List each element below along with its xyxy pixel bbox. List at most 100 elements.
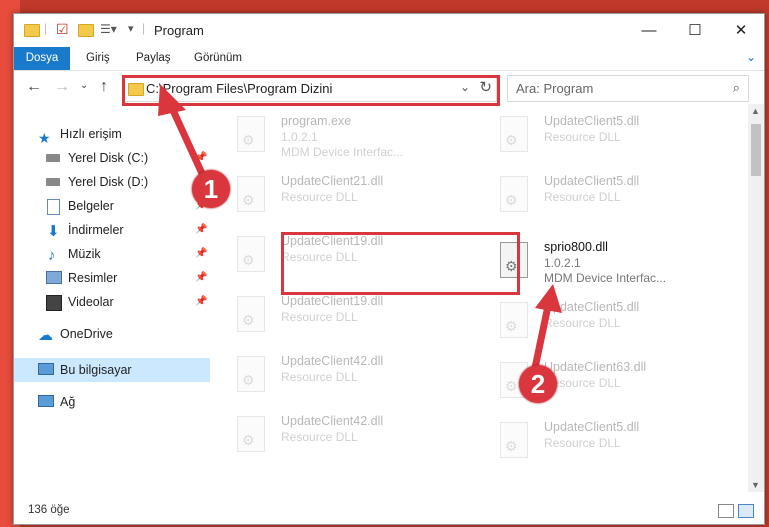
file-name: UpdateClient5.dll	[544, 300, 640, 314]
expand-ribbon-icon[interactable]: ⌄	[746, 50, 756, 64]
music-note-icon: ♪	[48, 247, 56, 264]
dll-file-icon: ⚙	[237, 296, 265, 332]
file-description: Resource DLL	[544, 190, 621, 204]
dll-file-icon: ⚙	[500, 176, 528, 212]
scroll-down-icon[interactable]: ▼	[751, 480, 760, 490]
search-box[interactable]: Ara: Program ⌕	[507, 75, 749, 102]
details-view-icon[interactable]	[718, 504, 734, 518]
file-version: 1.0.2.1	[281, 130, 318, 144]
search-placeholder: Ara: Program	[516, 81, 594, 96]
file-name: sprio800.dll	[544, 240, 608, 254]
file-description: Resource DLL	[281, 370, 358, 384]
ribbon: Dosya Giriş Paylaş Görünüm ⌄	[14, 47, 764, 71]
navigation-bar: ← → ⌄ ↑ C:\Program Files\Program Dizini …	[14, 72, 764, 106]
pin-icon: 📌	[195, 296, 208, 307]
explorer-window: | ☑ ☰▾ ▾ | Program — ☐ ✕ Dosya Giriş Pay…	[13, 13, 765, 525]
file-description: Resource DLL	[281, 190, 358, 204]
quick-access-dropdown-icon[interactable]: ▾	[128, 22, 134, 35]
file-name: UpdateClient5.dll	[544, 174, 640, 188]
file-name: UpdateClient19.dll	[281, 294, 384, 308]
file-item[interactable]: ⚙ UpdateClient5.dll Resource DLL	[480, 168, 710, 224]
sidebar-item-local-disk-d[interactable]: Yerel Disk (D:)	[14, 170, 210, 194]
file-name: UpdateClient42.dll	[281, 354, 384, 368]
callout-2: 2	[519, 365, 557, 403]
file-item[interactable]: ⚙ program.exe 1.0.2.1 MDM Device Interfa…	[217, 108, 447, 164]
scroll-up-icon[interactable]: ▲	[751, 106, 760, 116]
sidebar-item-label: Yerel Disk (C:)	[68, 151, 149, 165]
pin-icon: 📌	[195, 248, 208, 259]
drive-icon	[46, 178, 60, 186]
address-highlight-box	[122, 75, 500, 106]
pin-icon: 📌	[195, 272, 208, 283]
vertical-scrollbar[interactable]: ▲ ▼	[748, 104, 764, 492]
sidebar-item-local-disk-c[interactable]: Yerel Disk (C:) 📌	[14, 146, 210, 170]
file-description: Resource DLL	[544, 130, 621, 144]
file-item[interactable]: ⚙ UpdateClient5.dll Resource DLL	[480, 414, 710, 470]
title-bar: | ☑ ☰▾ ▾ | Program — ☐ ✕	[14, 14, 764, 47]
forward-arrow-icon[interactable]: →	[54, 78, 70, 96]
file-description: MDM Device Interfac...	[544, 271, 667, 285]
properties-icon[interactable]: ☑	[56, 21, 69, 38]
sidebar-item-label: Yerel Disk (D:)	[68, 175, 149, 189]
network-icon	[38, 395, 54, 407]
sidebar-item-onedrive[interactable]: ☁ OneDrive	[14, 322, 210, 346]
sidebar-item-network[interactable]: Ağ	[14, 390, 210, 414]
sidebar-item-documents[interactable]: Belgeler 📌	[14, 194, 210, 218]
file-name: UpdateClient5.dll	[544, 114, 640, 128]
file-description: Resource DLL	[544, 436, 621, 450]
back-arrow-icon[interactable]: ←	[26, 78, 42, 96]
tab-gorunum[interactable]: Görünüm	[194, 47, 242, 70]
large-icons-view-icon[interactable]	[738, 504, 754, 518]
file-highlight-box	[281, 232, 520, 295]
sidebar-item-label: İndirmeler	[68, 223, 124, 237]
sidebar-item-label: Belgeler	[68, 199, 114, 213]
sidebar-item-label: Resimler	[68, 271, 118, 285]
exe-file-icon: ⚙	[237, 116, 265, 152]
document-icon	[47, 199, 60, 215]
sidebar-item-pictures[interactable]: Resimler 📌	[14, 266, 210, 290]
scrollbar-thumb[interactable]	[751, 124, 761, 176]
window-title: Program	[154, 23, 204, 38]
file-item[interactable]: ⚙ UpdateClient5.dll Resource DLL	[480, 294, 710, 350]
file-item[interactable]: ⚙ UpdateClient5.dll Resource DLL	[480, 108, 710, 164]
sidebar-quick-access[interactable]: ★ Hızlı erişim	[14, 122, 210, 146]
sidebar-item-music[interactable]: ♪ Müzik 📌	[14, 242, 210, 266]
sidebar-item-label: Videolar	[68, 295, 114, 309]
file-item[interactable]: ⚙ UpdateClient42.dll Resource DLL	[217, 348, 447, 404]
file-name: program.exe	[281, 114, 352, 128]
recent-dropdown-icon[interactable]: ⌄	[80, 80, 88, 91]
sidebar-item-label: Müzik	[68, 247, 101, 261]
dll-file-icon: ⚙	[237, 356, 265, 392]
customize-icon[interactable]: ☰▾	[100, 22, 117, 36]
folder-icon[interactable]	[24, 24, 40, 37]
video-icon	[46, 295, 62, 311]
minimize-button[interactable]: —	[626, 14, 672, 47]
sidebar-item-label: Ağ	[60, 395, 76, 409]
computer-icon	[38, 363, 54, 375]
sidebar-item-videos[interactable]: Videolar 📌	[14, 290, 210, 314]
sidebar-item-downloads[interactable]: ⬇ İndirmeler 📌	[14, 218, 210, 242]
file-item[interactable]: ⚙ UpdateClient63.dll Resource DLL	[480, 354, 710, 410]
tab-giris[interactable]: Giriş	[86, 47, 110, 70]
separator: |	[44, 21, 48, 35]
sidebar-item-this-pc[interactable]: Bu bilgisayar	[14, 358, 210, 382]
callout-1: 1	[192, 170, 230, 208]
file-name: UpdateClient42.dll	[281, 414, 384, 428]
tab-dosya[interactable]: Dosya	[14, 47, 70, 70]
file-item[interactable]: ⚙ UpdateClient19.dll Resource DLL	[217, 288, 447, 344]
search-icon[interactable]: ⌕	[733, 80, 740, 96]
download-icon: ⬇	[47, 223, 60, 240]
file-name: UpdateClient63.dll	[544, 360, 647, 374]
star-icon: ★	[38, 130, 51, 146]
close-button[interactable]: ✕	[718, 14, 764, 47]
file-item[interactable]: ⚙ UpdateClient21.dll Resource DLL	[217, 168, 447, 224]
file-item[interactable]: ⚙ UpdateClient42.dll Resource DLL	[217, 408, 447, 464]
maximize-button[interactable]: ☐	[672, 14, 718, 47]
up-arrow-icon[interactable]: ↑	[100, 78, 108, 96]
new-folder-icon[interactable]	[78, 24, 94, 37]
file-name: UpdateClient21.dll	[281, 174, 384, 188]
tab-paylas[interactable]: Paylaş	[136, 47, 171, 70]
file-list: ⚙ program.exe 1.0.2.1 MDM Device Interfa…	[217, 108, 747, 498]
dll-file-icon: ⚙	[500, 116, 528, 152]
dll-file-icon: ⚙	[237, 236, 265, 272]
